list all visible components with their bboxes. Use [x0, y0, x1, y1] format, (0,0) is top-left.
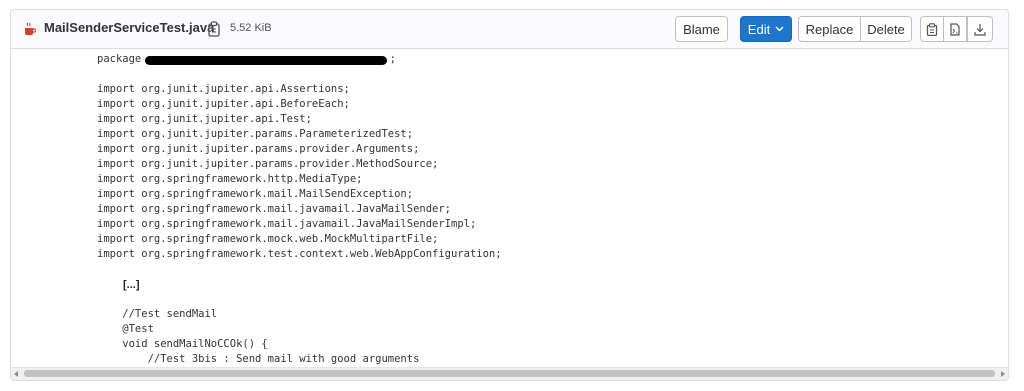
- file-name[interactable]: MailSenderServiceTest.java: [44, 20, 214, 35]
- code-line: import org.junit.jupiter.params.provider…: [97, 158, 439, 170]
- package-keyword: package: [97, 53, 148, 65]
- code-line: import org.junit.jupiter.params.Paramete…: [97, 128, 414, 140]
- code-line: @Test: [97, 323, 154, 335]
- open-raw-icon: [950, 22, 960, 36]
- copy-path-icon[interactable]: [207, 21, 221, 37]
- code-line: import org.springframework.mock.web.Mock…: [97, 233, 439, 245]
- code-line: import org.junit.jupiter.params.provider…: [97, 143, 420, 155]
- replace-button[interactable]: Replace: [798, 16, 861, 42]
- code-line: import org.junit.jupiter.api.Test;: [97, 113, 312, 125]
- chevron-down-icon: [775, 26, 784, 32]
- file-size: 5.52 KiB: [230, 22, 272, 34]
- java-file-icon: [25, 22, 36, 35]
- scroll-right-icon[interactable]: [1001, 371, 1005, 377]
- download-icon: [974, 23, 986, 36]
- code-line: import org.springframework.http.MediaTyp…: [97, 173, 363, 185]
- code-line: //Test 3bis : Send mail with good argume…: [97, 353, 420, 365]
- scrollbar-thumb[interactable]: [24, 370, 995, 377]
- code-line: import org.springframework.mail.javamail…: [97, 203, 452, 215]
- download-button[interactable]: [967, 16, 993, 42]
- horizontal-scrollbar[interactable]: [11, 367, 1008, 380]
- omitted-code-marker: [...]: [123, 279, 140, 291]
- code-line: import org.junit.jupiter.api.Assertions;: [97, 83, 350, 95]
- package-semicolon: ;: [389, 53, 396, 65]
- code-line: //Test sendMail: [97, 308, 218, 320]
- edit-button[interactable]: Edit: [740, 16, 792, 42]
- file-viewer: MailSenderServiceTest.java 5.52 KiB Blam…: [10, 9, 1009, 381]
- delete-button[interactable]: Delete: [860, 16, 912, 42]
- code-line: import org.springframework.mail.MailSend…: [97, 188, 414, 200]
- copy-contents-button[interactable]: [920, 16, 944, 42]
- redaction-mark: [145, 56, 387, 65]
- code-line: import org.springframework.mail.javamail…: [97, 218, 477, 230]
- code-line: void sendMailNoCCOk() {: [97, 338, 268, 350]
- edit-button-label: Edit: [747, 21, 771, 37]
- blame-button[interactable]: Blame: [675, 16, 728, 42]
- copy-contents-icon: [926, 22, 938, 36]
- open-raw-button[interactable]: [943, 16, 967, 42]
- code-line: import org.junit.jupiter.api.BeforeEach;: [97, 98, 350, 110]
- scroll-left-icon[interactable]: [14, 371, 18, 377]
- code-view[interactable]: package ; import org.junit.jupiter.api.A…: [11, 49, 1008, 367]
- code-line: import org.springframework.test.context.…: [97, 248, 502, 260]
- file-header: MailSenderServiceTest.java 5.52 KiB Blam…: [11, 10, 1008, 49]
